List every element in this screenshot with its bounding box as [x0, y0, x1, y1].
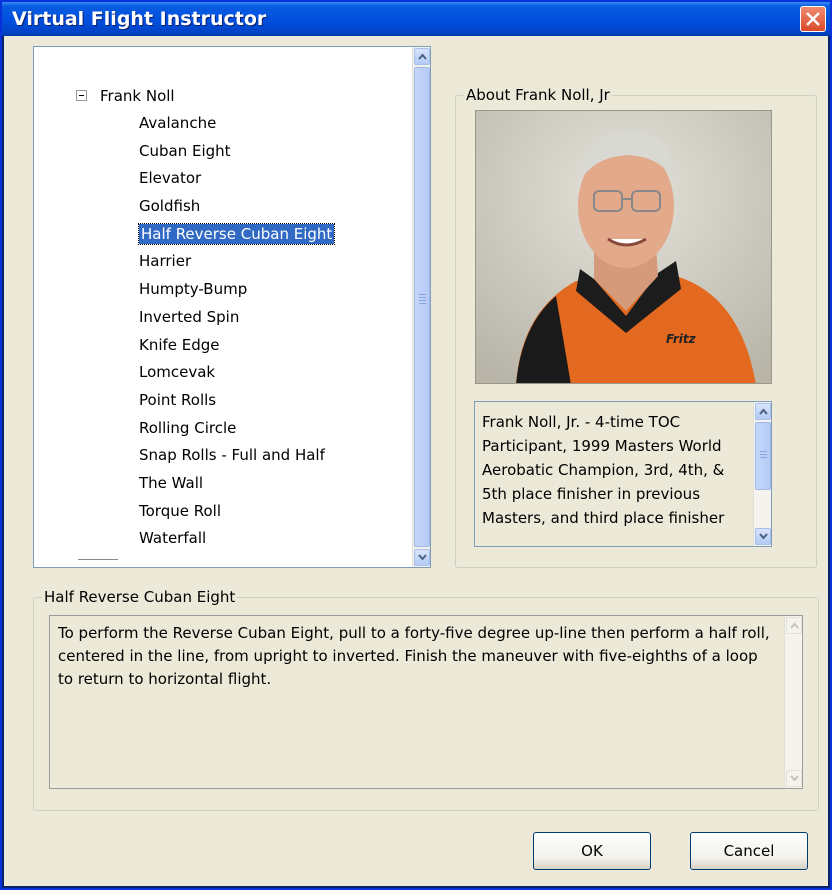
tree-item[interactable]: Knife Edge: [136, 335, 337, 363]
tree-item-label: Lomcevak: [139, 363, 216, 382]
maneuver-tree[interactable]: Frank Noll Avalanche Cuban Eight Elevator G…: [33, 46, 431, 568]
title-bar[interactable]: Virtual Flight Instructor: [2, 2, 830, 36]
bio-scroll-up-button[interactable]: [755, 403, 771, 420]
tree-item-label: Point Rolls: [139, 390, 217, 409]
instructor-photo: Fritz: [475, 110, 772, 384]
tree-item[interactable]: The Wall: [136, 473, 337, 501]
tree-item[interactable]: Half Reverse Cuban Eight: [136, 222, 337, 252]
bio-text: Frank Noll, Jr. - 4-time TOC Participant…: [482, 413, 725, 527]
tree-item-label: Waterfall: [139, 529, 207, 548]
tree-item-label: Humpty-Bump: [139, 280, 248, 299]
instructor-portrait-image: Fritz: [476, 111, 771, 383]
next-tree-node-partial: [78, 559, 118, 567]
tree-item[interactable]: Cuban Eight: [136, 141, 337, 169]
tree-item-label: Harrier: [139, 252, 192, 271]
tree-item-label: Cuban Eight: [139, 141, 231, 160]
chevron-up-icon: [759, 408, 768, 415]
bio-scroll-thumb[interactable]: [755, 422, 771, 490]
window-title: Virtual Flight Instructor: [12, 8, 267, 30]
tree-item-label: The Wall: [139, 473, 204, 492]
tree-item[interactable]: Waterfall: [136, 528, 337, 556]
tree-item-label: Rolling Circle: [139, 418, 237, 437]
tree-item[interactable]: Rolling Circle: [136, 418, 337, 446]
chevron-down-icon: [418, 554, 427, 561]
tree-item[interactable]: Torque Roll: [136, 501, 337, 529]
tree-item[interactable]: Point Rolls: [136, 390, 337, 418]
tree-item-label: Elevator: [139, 169, 202, 188]
tree-item-label: Knife Edge: [139, 335, 220, 354]
collapse-icon[interactable]: [76, 90, 87, 101]
tree-item[interactable]: Elevator: [136, 168, 337, 196]
tree-item-label: Torque Roll: [139, 501, 221, 520]
scroll-thumb[interactable]: [414, 67, 430, 547]
bio-scroll-down-button[interactable]: [755, 528, 771, 545]
tree-item[interactable]: Goldfish: [136, 196, 337, 224]
ok-button[interactable]: OK: [533, 832, 651, 870]
tree-item-label: Avalanche: [139, 114, 217, 132]
tree-item[interactable]: Inverted Spin: [136, 307, 337, 335]
shirt-logo: Fritz: [666, 332, 697, 346]
tree-item[interactable]: Avalanche: [136, 113, 337, 141]
tree-scrollbar[interactable]: [412, 47, 430, 567]
scroll-down-button[interactable]: [414, 549, 430, 566]
description-text: To perform the Reverse Cuban Eight, pull…: [58, 624, 770, 688]
tree-item[interactable]: Harrier: [136, 251, 337, 279]
tree-item[interactable]: Lomcevak: [136, 362, 337, 390]
chevron-up-icon: [418, 53, 427, 60]
bio-scrollbar[interactable]: [753, 402, 771, 546]
maneuver-legend: Half Reverse Cuban Eight: [42, 588, 238, 606]
close-button[interactable]: [800, 6, 826, 32]
chevron-down-icon: [790, 775, 799, 782]
tree-item-label: Snap Rolls - Full and Half: [139, 446, 325, 465]
bio-textbox[interactable]: Frank Noll, Jr. - 4-time TOC Participant…: [474, 401, 772, 547]
description-textbox[interactable]: To perform the Reverse Cuban Eight, pull…: [49, 615, 803, 789]
cancel-button[interactable]: Cancel: [690, 832, 808, 870]
description-scroll-down-button: [786, 770, 802, 787]
tree-item-label: Half Reverse Cuban Eight: [137, 222, 336, 245]
scroll-up-button[interactable]: [414, 48, 430, 65]
tree-item-label: Inverted Spin: [139, 307, 240, 326]
description-scroll-up-button: [786, 617, 802, 634]
about-legend: About Frank Noll, Jr: [464, 86, 612, 104]
tree-item[interactable]: Snap Rolls - Full and Half: [136, 445, 337, 473]
tree-item[interactable]: Humpty-Bump: [136, 279, 337, 307]
close-icon: [806, 12, 820, 26]
tree-node-label: Frank Noll: [100, 87, 175, 105]
tree-item-label: Goldfish: [139, 197, 201, 216]
chevron-up-icon: [790, 622, 799, 629]
chevron-down-icon: [759, 533, 768, 540]
tree-item-list: Avalanche Cuban Eight Elevator Goldfish Half…: [136, 113, 337, 556]
description-scrollbar: [784, 616, 802, 788]
